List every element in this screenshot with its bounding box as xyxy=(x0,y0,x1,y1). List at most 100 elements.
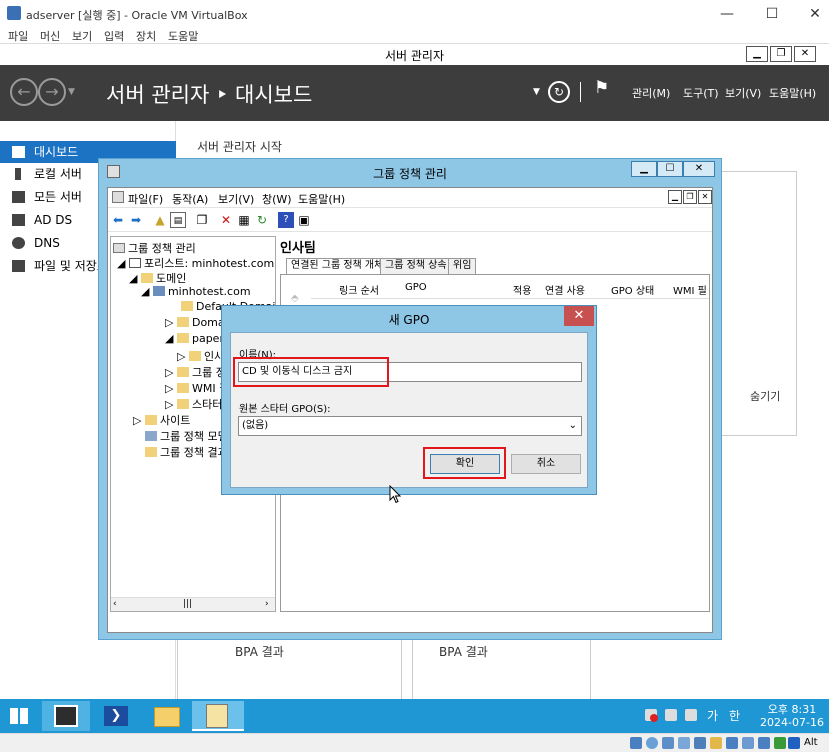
gpmc-minimize-button[interactable]: ▁ xyxy=(631,161,657,177)
scroll-thumb-grip-icon[interactable]: ||| xyxy=(183,599,192,609)
help-icon[interactable]: ? xyxy=(278,212,294,228)
tab-linked-gpos[interactable]: 연결된 그룹 정책 개체 xyxy=(286,258,389,274)
usb-icon[interactable] xyxy=(694,737,706,749)
nav-dropdown-icon[interactable]: ▼ xyxy=(68,87,75,97)
shared-folders-icon[interactable] xyxy=(710,737,722,749)
tree-node-sites[interactable]: ▷ 사이트 xyxy=(133,412,190,428)
column-link-order[interactable]: 링크 순서 xyxy=(339,282,379,297)
display-icon[interactable] xyxy=(726,737,738,749)
refresh-dropdown-icon[interactable]: ▼ xyxy=(533,87,540,97)
console-icon[interactable]: ▣ xyxy=(296,212,312,228)
mouse-integration-icon[interactable] xyxy=(788,737,800,749)
show-hide-tree-icon[interactable]: ▤ xyxy=(170,212,186,228)
tree-node-group-policy-objects[interactable]: ▷ 그룹 정 xyxy=(165,364,226,380)
clock-date[interactable]: 2024-07-16 xyxy=(758,716,826,729)
menu-help[interactable]: 도움말(H) xyxy=(769,85,816,101)
back-arrow-icon[interactable]: ← xyxy=(10,78,38,106)
recording-icon[interactable] xyxy=(742,737,754,749)
sm-restore-button[interactable]: ❐ xyxy=(770,46,792,62)
bpa-result-left[interactable]: BPA 결과 xyxy=(235,643,284,660)
tree-node-domain[interactable]: ◢ minhotest.com xyxy=(141,285,251,298)
refresh-icon[interactable]: ↻ xyxy=(548,81,570,103)
action-center-icon[interactable] xyxy=(665,709,677,721)
gpmc-child-restore-button[interactable]: ❐ xyxy=(683,190,697,204)
gpmc-menu-file[interactable]: 파일(F) xyxy=(128,191,163,207)
gpmc-maximize-button[interactable]: ☐ xyxy=(657,161,683,177)
bpa-result-right[interactable]: BPA 결과 xyxy=(439,643,488,660)
ime-mode-indicator[interactable]: 한 xyxy=(729,707,740,724)
dialog-close-button[interactable]: ✕ xyxy=(564,306,594,326)
audio-icon[interactable] xyxy=(662,737,674,749)
notifications-flag-icon[interactable]: ⚑ xyxy=(594,78,609,98)
sm-minimize-button[interactable]: ▁ xyxy=(746,46,768,62)
taskbar-explorer-button[interactable] xyxy=(142,701,190,731)
gpmc-menu-action[interactable]: 동작(A) xyxy=(172,191,208,207)
gpmc-menu-help[interactable]: 도움말(H) xyxy=(298,191,345,207)
list-horizontal-scrollbar[interactable] xyxy=(281,593,709,611)
network-error-icon[interactable] xyxy=(645,709,658,722)
tab-delegation[interactable]: 위임 xyxy=(448,258,477,274)
ime-language-indicator[interactable]: 가 xyxy=(707,707,718,724)
virtualization-icon[interactable] xyxy=(774,737,786,749)
tab-inheritance[interactable]: 그룹 정책 상속 xyxy=(380,258,452,274)
tree-node-modeling[interactable]: 그룹 정책 모델 xyxy=(145,428,228,444)
gpmc-menubar: 파일(F) 동작(A) 보기(V) 창(W) 도움말(H) ▁ ❐ ✕ xyxy=(108,188,712,208)
column-link-enabled[interactable]: 연결 사용 xyxy=(545,282,585,297)
column-wmi-filter[interactable]: WMI 필 xyxy=(673,282,709,297)
optical-drive-icon[interactable] xyxy=(646,737,658,749)
vbox-menu-view[interactable]: 보기 xyxy=(72,28,92,44)
start-button[interactable] xyxy=(0,701,40,731)
vbox-menu-input[interactable]: 입력 xyxy=(104,28,124,44)
sm-close-button[interactable]: ✕ xyxy=(794,46,816,62)
gpmc-close-button[interactable]: ✕ xyxy=(683,161,715,177)
vbox-menu-devices[interactable]: 장치 xyxy=(136,28,156,44)
forward-arrow-icon[interactable]: → xyxy=(38,78,66,106)
cancel-button[interactable]: 취소 xyxy=(511,454,581,474)
vbox-menu-help[interactable]: 도움말 xyxy=(168,28,198,44)
gpmc-menu-window[interactable]: 창(W) xyxy=(262,191,292,207)
gpmc-menu-view[interactable]: 보기(V) xyxy=(218,191,254,207)
menu-view[interactable]: 보기(V) xyxy=(725,85,761,101)
properties-icon[interactable]: ▦ xyxy=(236,212,252,228)
up-folder-icon[interactable]: ▲ xyxy=(152,212,168,228)
column-gpo[interactable]: GPO xyxy=(405,282,427,293)
back-arrow-icon[interactable]: ⬅ xyxy=(110,212,126,228)
tree-node-root[interactable]: 그룹 정책 관리 xyxy=(113,240,196,256)
dialog-title: 새 GPO xyxy=(388,313,430,327)
scroll-left-arrow-icon[interactable]: ‹ xyxy=(113,599,117,609)
refresh-icon[interactable]: ↻ xyxy=(254,212,270,228)
vbox-close-button[interactable]: ✕ xyxy=(800,4,829,24)
tree-node-results[interactable]: 그룹 정책 결과 xyxy=(145,444,228,460)
tree-node-domains[interactable]: ◢ 도메인 xyxy=(129,270,186,286)
scroll-right-arrow-icon[interactable]: › xyxy=(265,599,269,609)
gpmc-child-minimize-button[interactable]: ▁ xyxy=(668,190,682,204)
cpu-icon[interactable] xyxy=(758,737,770,749)
gpmc-child-close-button[interactable]: ✕ xyxy=(698,190,712,204)
menu-manage[interactable]: 관리(M) xyxy=(632,85,670,101)
source-starter-select[interactable]: (없음) ⌄ xyxy=(238,416,582,436)
vbox-maximize-button[interactable]: ☐ xyxy=(757,4,787,24)
move-up-arrow-icon[interactable]: ⬘ xyxy=(291,293,299,304)
forward-arrow-icon[interactable]: ➡ xyxy=(128,212,144,228)
menu-tools[interactable]: 도구(T) xyxy=(683,85,719,101)
tree-node-forest[interactable]: ◢ 포리스트: minhotest.com xyxy=(117,255,274,271)
chevron-down-icon: ⌄ xyxy=(568,420,577,431)
vbox-menu-machine[interactable]: 머신 xyxy=(40,28,60,44)
column-gpo-status[interactable]: GPO 상태 xyxy=(611,282,654,297)
tree-horizontal-scrollbar[interactable]: ‹ ||| › xyxy=(111,597,275,611)
clock-time[interactable]: 오후 8:31 xyxy=(758,701,826,717)
tree-node-insa[interactable]: ▷ 인사 xyxy=(177,348,224,364)
delete-icon[interactable]: ✕ xyxy=(218,212,234,228)
hdd-icon[interactable] xyxy=(630,737,642,749)
tree-node-wmi-filters[interactable]: ▷ WMI 필 xyxy=(165,380,229,396)
taskbar-gpmc-button[interactable] xyxy=(192,701,244,731)
vbox-minimize-button[interactable]: — xyxy=(712,4,742,24)
volume-icon[interactable] xyxy=(685,709,697,721)
taskbar-server-manager-button[interactable] xyxy=(42,701,90,731)
column-enforced[interactable]: 적용 xyxy=(513,282,531,297)
hide-welcome-link[interactable]: 숨기기 xyxy=(750,388,780,404)
vbox-menu-file[interactable]: 파일 xyxy=(8,28,28,44)
copy-icon[interactable]: ❐ xyxy=(194,212,210,228)
network-icon[interactable] xyxy=(678,737,690,749)
taskbar-powershell-button[interactable]: ❯ xyxy=(92,701,140,731)
